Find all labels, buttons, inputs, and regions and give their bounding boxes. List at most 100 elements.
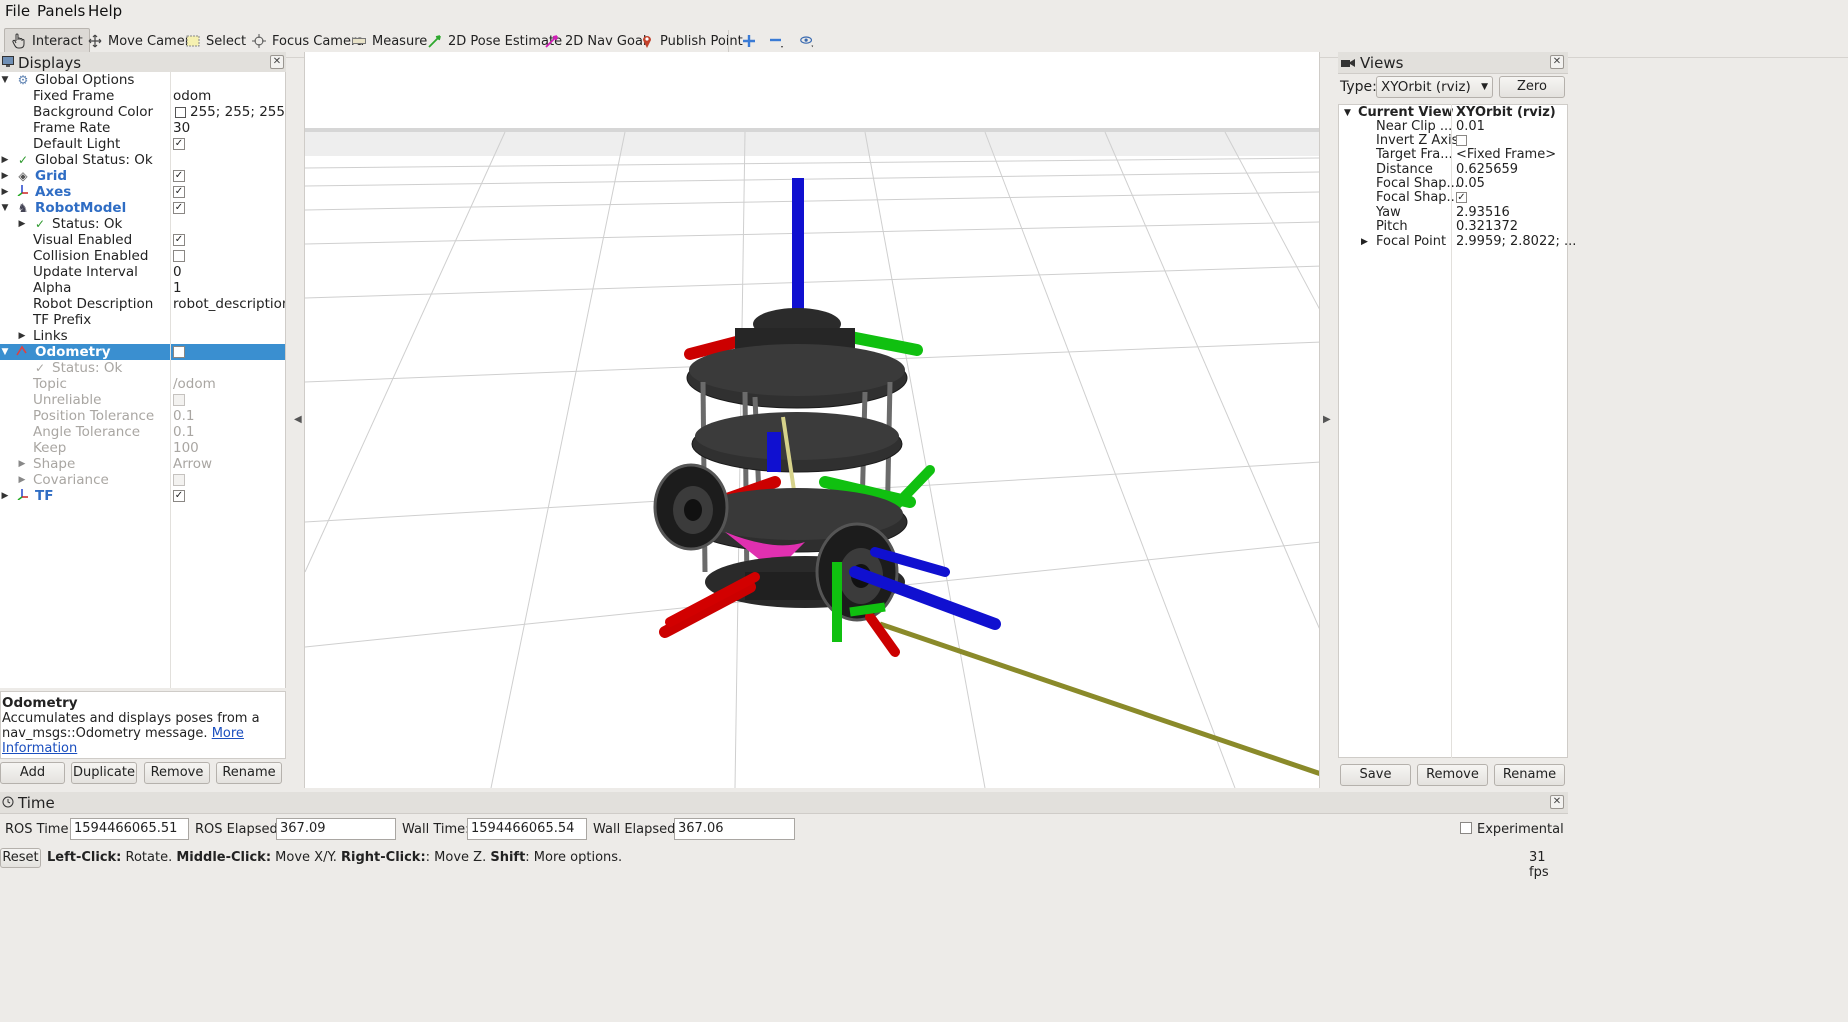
wall-time-field[interactable]: 1594466065.54 (467, 818, 587, 840)
expand-arrow-icon[interactable]: ▶ (1361, 235, 1368, 249)
update-interval-value[interactable]: 0 (173, 264, 182, 280)
topic-value[interactable]: /odom (173, 376, 216, 392)
expand-arrow-icon[interactable]: ▶ (0, 168, 10, 184)
tree-row-odometry[interactable]: ▼ Odometry (0, 344, 285, 360)
menu-help[interactable]: Help (88, 2, 122, 20)
displays-close-icon[interactable]: ✕ (270, 55, 284, 69)
covariance-checkbox[interactable] (173, 474, 185, 486)
tree-row-grid[interactable]: ▶ ◈ Grid ✓ (0, 168, 285, 184)
color-swatch[interactable] (175, 107, 186, 118)
tree-row-angle-tolerance[interactable]: Angle Tolerance 0.1 (0, 424, 285, 440)
invert-z-checkbox[interactable] (1456, 135, 1467, 146)
zero-button[interactable]: Zero (1499, 76, 1565, 98)
unreliable-checkbox[interactable] (173, 394, 185, 406)
expand-arrow-icon[interactable]: ▶ (17, 328, 27, 344)
expand-arrow-icon[interactable]: ▶ (0, 488, 10, 504)
focal-point-value[interactable]: 2.9959; 2.8022; ... (1456, 235, 1576, 249)
expand-arrow-icon[interactable]: ▶ (0, 152, 10, 168)
pitch-value[interactable]: 0.321372 (1456, 220, 1518, 234)
experimental-checkbox[interactable] (1460, 822, 1472, 834)
tree-row-position-tolerance[interactable]: Position Tolerance 0.1 (0, 408, 285, 424)
tree-row-links[interactable]: ▶ Links (0, 328, 285, 344)
collision-enabled-checkbox[interactable] (173, 250, 185, 262)
view-row-invert-z[interactable]: Invert Z Axis (1339, 134, 1569, 148)
visual-enabled-checkbox[interactable]: ✓ (173, 234, 185, 246)
default-light-checkbox[interactable]: ✓ (173, 138, 185, 150)
collapse-left-handle-icon[interactable]: ◀ (294, 414, 302, 425)
tree-row-robot-description[interactable]: Robot Description robot_description (0, 296, 285, 312)
views-save-button[interactable]: Save (1340, 764, 1411, 786)
tree-row-odometry-status[interactable]: ✓ Status: Ok (0, 360, 285, 376)
tree-row-fixed-frame[interactable]: Fixed Frame odom (0, 88, 285, 104)
interact-tool-button[interactable]: Interact (4, 28, 90, 54)
view-row-current-view[interactable]: ▼ Current View XYOrbit (rviz) (1339, 106, 1569, 120)
view-row-pitch[interactable]: Pitch 0.321372 (1339, 220, 1569, 234)
shape-value[interactable]: Arrow (173, 456, 212, 472)
fixed-frame-value[interactable]: odom (173, 88, 211, 104)
select-tool-button[interactable]: Select (178, 28, 253, 54)
tree-row-unreliable[interactable]: Unreliable (0, 392, 285, 408)
tree-row-global-options[interactable]: ▼ ⚙ Global Options (0, 72, 285, 88)
tree-row-visual-enabled[interactable]: Visual Enabled ✓ (0, 232, 285, 248)
tree-row-update-interval[interactable]: Update Interval 0 (0, 264, 285, 280)
frame-rate-value[interactable]: 30 (173, 120, 190, 136)
ros-elapsed-field[interactable]: 367.09 (276, 818, 396, 840)
expand-arrow-icon[interactable]: ▼ (1344, 106, 1351, 120)
tf-checkbox[interactable]: ✓ (173, 490, 185, 502)
tree-row-robot-model-status[interactable]: ▶ ✓ Status: Ok (0, 216, 285, 232)
yaw-value[interactable]: 2.93516 (1456, 206, 1510, 220)
menu-file[interactable]: File (5, 2, 30, 20)
robot-model-checkbox[interactable]: ✓ (173, 202, 185, 214)
tree-row-frame-rate[interactable]: Frame Rate 30 (0, 120, 285, 136)
tree-row-shape[interactable]: ▶ Shape Arrow (0, 456, 285, 472)
tree-row-collision-enabled[interactable]: Collision Enabled (0, 248, 285, 264)
target-frame-value[interactable]: <Fixed Frame> (1456, 148, 1556, 162)
view-type-select[interactable]: XYOrbit (rviz) ▼ (1376, 76, 1493, 98)
distance-value[interactable]: 0.625659 (1456, 163, 1518, 177)
focal-shape-size-value[interactable]: 0.05 (1456, 177, 1485, 191)
remove-button[interactable]: Remove (144, 762, 210, 784)
expand-arrow-icon[interactable]: ▶ (17, 472, 27, 488)
render-viewport[interactable] (304, 52, 1320, 788)
tree-row-topic[interactable]: Topic /odom (0, 376, 285, 392)
focal-shape-fixed-checkbox[interactable]: ✓ (1456, 192, 1467, 203)
view-row-focal-point[interactable]: ▶ Focal Point 2.9959; 2.8022; ... (1339, 235, 1576, 249)
tree-row-keep[interactable]: Keep 100 (0, 440, 285, 456)
keep-value[interactable]: 100 (173, 440, 199, 456)
views-rename-button[interactable]: Rename (1494, 764, 1565, 786)
tree-row-tf-prefix[interactable]: TF Prefix (0, 312, 285, 328)
background-color-value[interactable]: 255; 255; 255 (190, 104, 285, 120)
expand-arrow-icon[interactable]: ▶ (17, 456, 27, 472)
angle-tolerance-value[interactable]: 0.1 (173, 424, 194, 440)
tree-row-axes[interactable]: ▶ Axes ✓ (0, 184, 285, 200)
odometry-checkbox[interactable] (173, 346, 185, 358)
position-tolerance-value[interactable]: 0.1 (173, 408, 194, 424)
view-row-near-clip[interactable]: Near Clip ... 0.01 (1339, 120, 1569, 134)
duplicate-button[interactable]: Duplicate (71, 762, 137, 784)
tree-row-background-color[interactable]: Background Color 255; 255; 255 (0, 104, 285, 120)
views-remove-button[interactable]: Remove (1417, 764, 1488, 786)
tree-row-covariance[interactable]: ▶ Covariance (0, 472, 285, 488)
view-row-focal-shape-fixed[interactable]: Focal Shap... ✓ (1339, 191, 1569, 205)
add-button[interactable]: Add (0, 762, 65, 784)
wall-elapsed-field[interactable]: 367.06 (674, 818, 795, 840)
view-row-focal-shape-size[interactable]: Focal Shap... 0.05 (1339, 177, 1569, 191)
reset-button[interactable]: Reset (0, 848, 41, 868)
view-row-distance[interactable]: Distance 0.625659 (1339, 163, 1569, 177)
expand-arrow-icon[interactable]: ▼ (0, 200, 10, 216)
robot-description-value[interactable]: robot_description (173, 296, 285, 312)
publish-point-tool-button[interactable]: Publish Point (632, 28, 750, 54)
view-row-target-frame[interactable]: Target Fra... <Fixed Frame> (1339, 148, 1569, 162)
menu-panels[interactable]: Panels (37, 2, 85, 20)
collapse-right-handle-icon[interactable]: ▶ (1323, 414, 1331, 425)
grid-checkbox[interactable]: ✓ (173, 170, 185, 182)
alpha-value[interactable]: 1 (173, 280, 182, 296)
tree-row-tf[interactable]: ▶ TF ✓ (0, 488, 285, 504)
rename-button[interactable]: Rename (216, 762, 282, 784)
expand-arrow-icon[interactable]: ▼ (0, 72, 10, 88)
tree-row-default-light[interactable]: Default Light ✓ (0, 136, 285, 152)
tree-row-global-status[interactable]: ▶ ✓ Global Status: Ok (0, 152, 285, 168)
tree-row-alpha[interactable]: Alpha 1 (0, 280, 285, 296)
expand-arrow-icon[interactable]: ▶ (17, 216, 27, 232)
axes-checkbox[interactable]: ✓ (173, 186, 185, 198)
